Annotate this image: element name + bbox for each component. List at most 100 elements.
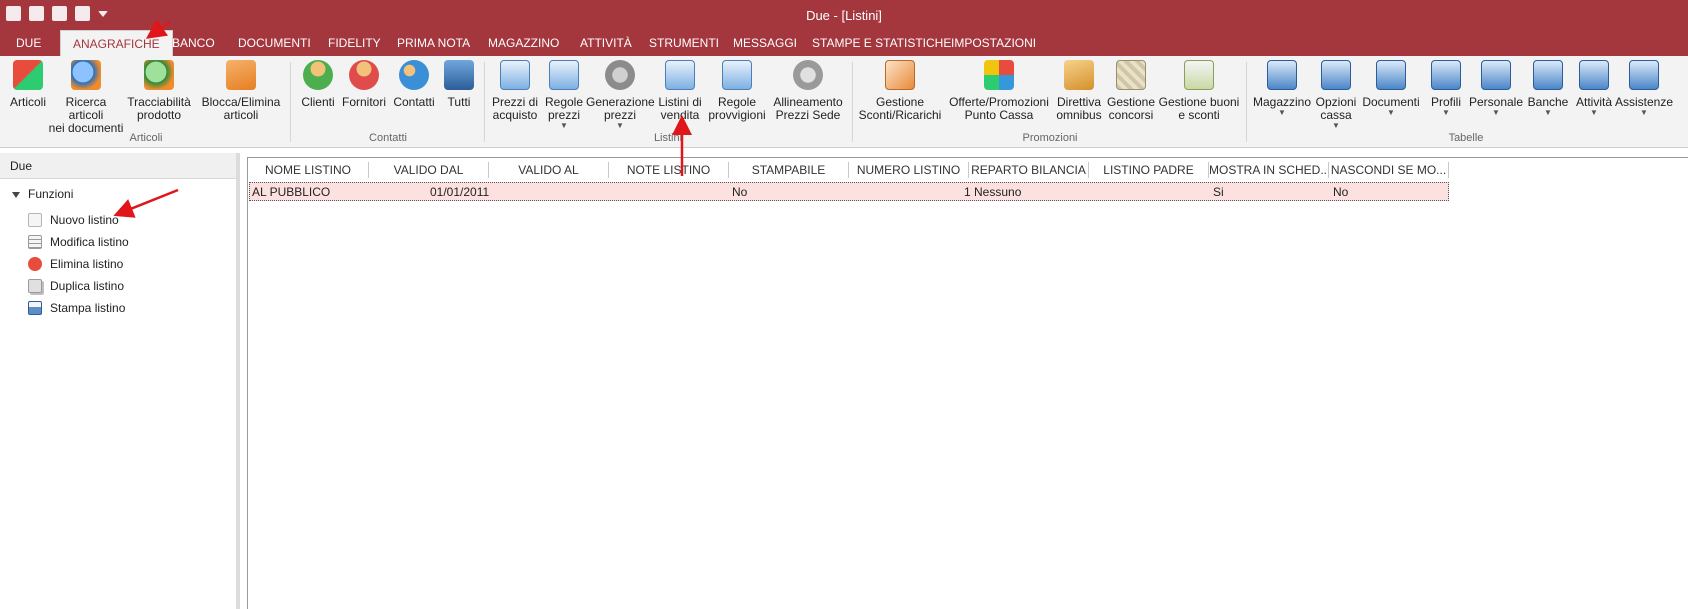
- column-header[interactable]: NASCONDI SE MO...: [1329, 162, 1449, 178]
- chevron-down-icon: ▼: [1332, 121, 1340, 130]
- supplier-icon: [349, 60, 379, 90]
- allineamento-prezzi-button[interactable]: Allineamento Prezzi Sede: [770, 60, 846, 122]
- banche-button[interactable]: Banche ▼: [1526, 60, 1570, 117]
- new-document-icon: [28, 213, 42, 227]
- grid-header: NOME LISTINO VALIDO DAL VALIDO AL NOTE L…: [248, 158, 1688, 180]
- cell-nascondi: No: [1333, 185, 1349, 199]
- chevron-down-icon: ▼: [1278, 108, 1286, 117]
- nuovo-listino-item[interactable]: Nuovo listino: [28, 213, 119, 227]
- contatti-button[interactable]: Contatti: [390, 60, 438, 109]
- edit-document-icon: [28, 235, 42, 249]
- column-header[interactable]: VALIDO AL: [489, 162, 609, 178]
- magnifier-icon: [144, 60, 174, 90]
- contacts-icon: [399, 60, 429, 90]
- promotions-icon: [984, 60, 1014, 90]
- table-icon: [1321, 60, 1351, 90]
- user-icon: [303, 60, 333, 90]
- chevron-down-icon: ▼: [1492, 108, 1500, 117]
- modifica-listino-item[interactable]: Modifica listino: [28, 235, 129, 249]
- group-label-tabelle: Tabelle: [1448, 132, 1484, 144]
- tab-prima-nota[interactable]: PRIMA NOTA: [385, 30, 482, 56]
- gestione-sconti-button[interactable]: Gestione Sconti/Ricarichi: [856, 60, 944, 122]
- window-title: Due - [Listini]: [806, 8, 882, 23]
- price-rules-icon: [549, 60, 579, 90]
- box-icon: [1064, 60, 1094, 90]
- chevron-down-icon: ▼: [1544, 108, 1552, 117]
- tab-anagrafiche[interactable]: ANAGRAFICHE: [60, 30, 173, 56]
- group-separator: [1246, 62, 1247, 142]
- assistenze-button[interactable]: Assistenze ▼: [1614, 60, 1674, 117]
- tab-fidelity[interactable]: FIDELITY: [316, 30, 393, 56]
- column-header[interactable]: NUMERO LISTINO: [849, 162, 969, 178]
- duplica-listino-item[interactable]: Duplica listino: [28, 279, 124, 293]
- ribbon-tab-bar: DUE ANAGRAFICHE BANCO DOCUMENTI FIDELITY…: [0, 30, 1688, 56]
- price-list-icon: [500, 60, 530, 90]
- tutti-button[interactable]: Tutti: [442, 60, 476, 109]
- direttiva-omnibus-button[interactable]: Direttiva omnibus: [1054, 60, 1104, 122]
- column-header[interactable]: REPARTO BILANCIA: [969, 162, 1089, 178]
- tab-documenti[interactable]: DOCUMENTI: [226, 30, 323, 56]
- tab-messaggi[interactable]: MESSAGGI: [721, 30, 809, 56]
- personale-button[interactable]: Personale ▼: [1468, 60, 1524, 117]
- chevron-down-icon: ▼: [1387, 108, 1395, 117]
- tab-due[interactable]: DUE: [4, 30, 53, 56]
- title-bar: Due - [Listini]: [0, 0, 1688, 30]
- expand-triangle-icon[interactable]: [12, 192, 20, 198]
- listini-vendita-button[interactable]: Listini di vendita: [654, 60, 706, 122]
- sales-list-icon: [665, 60, 695, 90]
- listini-grid[interactable]: NOME LISTINO VALIDO DAL VALIDO AL NOTE L…: [247, 157, 1688, 609]
- tab-banco[interactable]: BANCO: [160, 30, 227, 56]
- column-header[interactable]: MOSTRA IN SCHED...: [1209, 162, 1329, 178]
- table-icon: [1533, 60, 1563, 90]
- group-label-listini: Listini: [653, 132, 683, 144]
- gear-sync-icon: [793, 60, 823, 90]
- tab-impostazioni[interactable]: IMPOSTAZIONI: [939, 30, 1048, 56]
- fornitori-button[interactable]: Fornitori: [340, 60, 388, 109]
- cell-stampabile: No: [732, 185, 748, 199]
- elimina-listino-item[interactable]: Elimina listino: [28, 257, 123, 271]
- gestione-concorsi-button[interactable]: Gestione concorsi: [1106, 60, 1156, 122]
- printer-icon: [28, 301, 42, 315]
- clienti-button[interactable]: Clienti: [300, 60, 336, 109]
- discount-icon: [885, 60, 915, 90]
- gestione-buoni-button[interactable]: Gestione buoni e sconti: [1158, 60, 1240, 122]
- opzioni-cassa-button[interactable]: Opzioni cassa ▼: [1314, 60, 1358, 130]
- ricerca-articoli-button[interactable]: Ricerca articoli nei documenti: [48, 60, 124, 135]
- blocca-elimina-button[interactable]: Blocca/Elimina articoli: [200, 60, 282, 122]
- generazione-prezzi-button[interactable]: Generazione prezzi ▼: [586, 60, 655, 130]
- tab-magazzino[interactable]: MAGAZZINO: [476, 30, 571, 56]
- tab-attivita[interactable]: ATTIVITÀ: [568, 30, 644, 56]
- magnifier-icon: [71, 60, 101, 90]
- group-separator: [484, 62, 485, 142]
- documenti-button[interactable]: Documenti ▼: [1360, 60, 1422, 117]
- all-contacts-icon: [444, 60, 474, 90]
- group-separator: [852, 62, 853, 142]
- map-icon: [1116, 60, 1146, 90]
- tab-strumenti[interactable]: STRUMENTI: [637, 30, 731, 56]
- ribbon: Articoli Ricerca articoli nei documenti …: [0, 56, 1688, 148]
- column-header[interactable]: LISTINO PADRE: [1089, 162, 1209, 178]
- tracciabilita-button[interactable]: Tracciabilità prodotto: [126, 60, 192, 122]
- profili-button[interactable]: Profili ▼: [1426, 60, 1466, 117]
- table-icon: [1267, 60, 1297, 90]
- funzioni-group[interactable]: Funzioni: [12, 187, 73, 201]
- panel-title: Due: [0, 153, 236, 179]
- regole-prezzi-button[interactable]: Regole prezzi ▼: [544, 60, 584, 130]
- column-header[interactable]: NOME LISTINO: [248, 162, 369, 178]
- cell-mostra-in-scheda: Si: [1213, 185, 1224, 199]
- column-header[interactable]: NOTE LISTINO: [609, 162, 729, 178]
- prezzi-acquisto-button[interactable]: Prezzi di acquisto: [490, 60, 540, 122]
- articoli-button[interactable]: Articoli: [6, 60, 50, 109]
- table-row[interactable]: AL PUBBLICO 01/01/2011 No 1 Nessuno Si N…: [249, 182, 1449, 201]
- regole-provvigioni-button[interactable]: Regole provvigioni: [706, 60, 768, 122]
- column-header[interactable]: VALIDO DAL: [369, 162, 489, 178]
- attivita-button[interactable]: Attività ▼: [1572, 60, 1616, 117]
- column-header[interactable]: STAMPABILE: [729, 162, 849, 178]
- group-label-contatti: Contatti: [369, 132, 407, 144]
- magazzino-button[interactable]: Magazzino ▼: [1252, 60, 1312, 117]
- table-icon: [1481, 60, 1511, 90]
- table-icon: [1629, 60, 1659, 90]
- offerte-promozioni-button[interactable]: Offerte/Promozioni Punto Cassa: [946, 60, 1052, 122]
- table-icon: [1431, 60, 1461, 90]
- stampa-listino-item[interactable]: Stampa listino: [28, 301, 125, 315]
